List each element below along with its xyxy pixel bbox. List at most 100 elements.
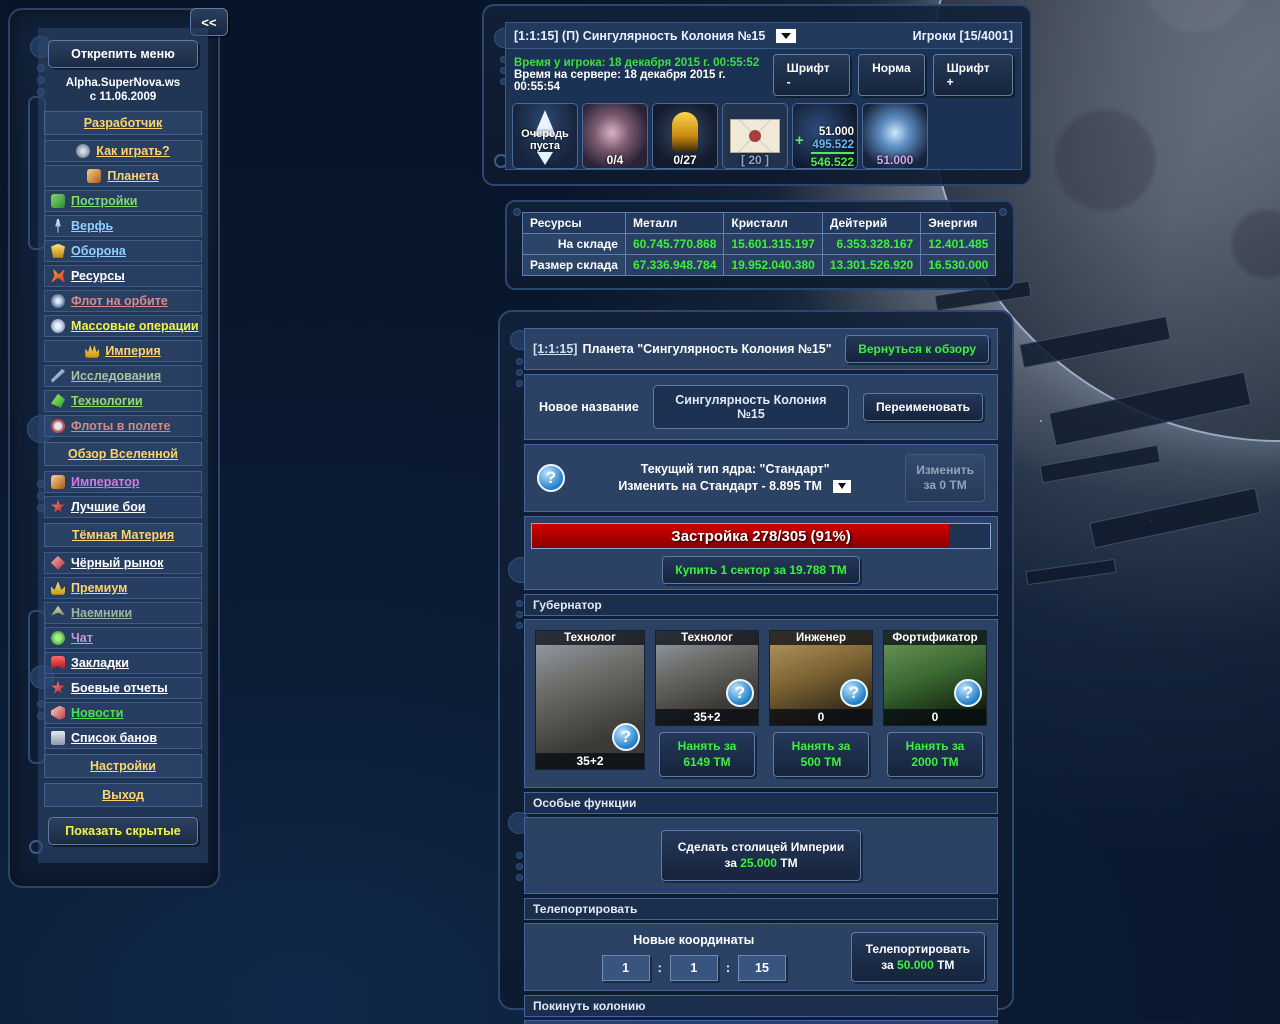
sidebar-item-technology[interactable]: Технологии xyxy=(44,389,202,412)
hire-button[interactable]: Нанять за 6149 ТМ xyxy=(659,732,755,778)
frame-rivet xyxy=(516,863,523,870)
sidebar-item-developer[interactable]: Разработчик xyxy=(44,110,202,135)
plus-icon[interactable]: + xyxy=(795,132,804,149)
chevron-down-icon[interactable] xyxy=(775,27,798,44)
planet-name-input[interactable]: Сингулярность Колония №15 xyxy=(652,385,850,429)
sidebar-item-settings[interactable]: Настройки xyxy=(44,753,202,778)
sidebar-item-best-battles[interactable]: Лучшие бои xyxy=(44,495,202,518)
sidebar-item-label: Наемники xyxy=(71,605,133,620)
sidebar-item-chat[interactable]: Чат xyxy=(44,626,202,649)
build-queue-tile[interactable]: Очередь пуста xyxy=(512,103,578,169)
teleport-price-amount: 50.000 xyxy=(897,957,934,972)
governor-name: Технолог xyxy=(656,631,758,645)
font-decrease-button[interactable]: Шрифт - xyxy=(772,54,851,96)
teleport-galaxy-input[interactable]: 1 xyxy=(601,954,650,981)
frame-rivet xyxy=(516,380,523,387)
make-capital-button[interactable]: Сделать столицей Империи за 25.000 ТМ xyxy=(660,830,862,881)
core-current-label: Текущий тип ядра: "Стандарт" xyxy=(640,462,830,477)
core-change-button: Изменить за 0 ТМ xyxy=(905,454,985,502)
sidebar-item-news[interactable]: Новости xyxy=(44,701,202,724)
cell-metal: 60.745.770.868 xyxy=(624,233,725,255)
sidebar-item-defense[interactable]: Оборона xyxy=(44,239,202,262)
help-ring-icon xyxy=(76,143,91,158)
hire-price: 6149 ТМ xyxy=(683,754,731,769)
res-col-4: Энергия xyxy=(920,212,997,234)
capital-price-suffix: ТМ xyxy=(776,856,798,871)
server-time: Время на сервере: 18 декабря 2015 г. 00:… xyxy=(514,69,726,93)
help-icon[interactable]: ? xyxy=(840,679,868,707)
special-section-header: Особые функции xyxy=(524,792,998,815)
governor-portrait[interactable]: Фортификатор ? 0 xyxy=(883,630,987,726)
dark-matter-tile[interactable]: + 51.000 495.522 546.522 xyxy=(792,103,858,169)
sidebar-item-how-to-play[interactable]: Как играть? xyxy=(44,139,202,162)
ship-icon xyxy=(672,112,698,152)
buy-sector-button[interactable]: Купить 1 сектор за 19.788 ТМ xyxy=(662,556,860,584)
frame-rivet xyxy=(516,369,523,376)
messages-tile[interactable]: [ 20 ] xyxy=(722,103,788,169)
sidebar-item-emperor[interactable]: Император xyxy=(44,470,202,493)
sidebar-item-premium[interactable]: Премиум xyxy=(44,576,202,599)
sidebar-item-bookmarks[interactable]: Закладки xyxy=(44,651,202,674)
shipyard-count: 0/27 xyxy=(673,153,697,167)
planet-coordinates[interactable]: [1:1:15] xyxy=(533,342,577,356)
research-tile[interactable]: 0/4 xyxy=(582,103,648,169)
teleport-position-input[interactable]: 15 xyxy=(737,954,786,981)
current-governor[interactable]: Технолог ? 35+2 xyxy=(535,630,645,777)
sidebar-item-label: Флот на орбите xyxy=(71,293,168,308)
sidebar-item-resources[interactable]: Ресурсы xyxy=(44,264,202,287)
mass-operations-icon xyxy=(51,318,65,333)
player-time: Время у игрока: 18 декабря 2015 г. 00:55… xyxy=(514,57,760,69)
sidebar-item-universe-overview[interactable]: Обзор Вселенной xyxy=(44,441,202,466)
sidebar-item-fleets-in-flight[interactable]: Флоты в полете xyxy=(44,414,202,437)
font-controls: Шрифт - Норма Шрифт + xyxy=(772,54,1013,96)
governor-option-engineer: Инженер ? 0 Нанять за 500 ТМ xyxy=(769,630,873,778)
sidebar-item-label: Как играть? xyxy=(96,143,170,158)
shipyard-tile[interactable]: 0/27 xyxy=(652,103,718,169)
cell-metal: 67.336.948.784 xyxy=(624,254,725,276)
font-normal-button[interactable]: Норма xyxy=(858,54,925,96)
font-increase-button[interactable]: Шрифт + xyxy=(932,54,1013,96)
sidebar-item-black-market[interactable]: Чёрный рынок xyxy=(44,551,202,574)
hire-button[interactable]: Нанять за 500 ТМ xyxy=(773,732,869,778)
sidebar-item-ban-list[interactable]: Список банов xyxy=(44,726,202,749)
teleport-button[interactable]: Телепортировать за 50.000 ТМ xyxy=(850,931,985,982)
help-icon[interactable]: ? xyxy=(612,723,640,751)
page-title: Планета "Сингулярность Колония №15" xyxy=(582,342,832,356)
res-col-1: Металл xyxy=(624,212,725,234)
sidebar-item-planet[interactable]: Планета xyxy=(44,164,202,187)
sidebar-item-empire[interactable]: Империя xyxy=(44,339,202,362)
governor-level: 35+2 xyxy=(656,709,758,725)
sidebar-item-mass-operations[interactable]: Массовые операции xyxy=(44,314,202,337)
unpin-menu-button[interactable]: Открепить меню xyxy=(48,40,198,68)
capital-price-prefix: за xyxy=(724,856,741,871)
hire-button[interactable]: Нанять за 2000 ТМ xyxy=(887,732,983,778)
planet-icon xyxy=(87,168,102,183)
sidebar-item-research[interactable]: Исследования xyxy=(44,364,202,387)
governor-portrait[interactable]: Инженер ? 0 xyxy=(769,630,873,726)
sidebar-item-battle-reports[interactable]: Боевые отчеты xyxy=(44,676,202,699)
help-icon[interactable]: ? xyxy=(726,679,754,707)
sidebar-item-label: Список банов xyxy=(71,730,158,745)
sidebar-item-mercenaries[interactable]: Наемники xyxy=(44,601,202,624)
sidebar-item-fleet-orbit[interactable]: Флот на орбите xyxy=(44,289,202,312)
rename-button[interactable]: Переименовать xyxy=(863,393,983,421)
ban-list-icon xyxy=(51,730,65,745)
frame-rivet xyxy=(516,600,523,607)
sidebar-item-label: Массовые операции xyxy=(71,318,199,333)
back-to-overview-button[interactable]: Вернуться к обзору xyxy=(845,335,989,363)
teleport-system-input[interactable]: 1 xyxy=(669,954,718,981)
chevron-down-icon[interactable] xyxy=(831,478,852,494)
sidebar-item-buildings[interactable]: Постройки xyxy=(44,189,202,212)
sidebar-item-dark-matter[interactable]: Тёмная Материя xyxy=(44,522,202,547)
sidebar-item-logout[interactable]: Выход xyxy=(44,782,202,807)
sidebar-item-label: Технологии xyxy=(71,393,143,408)
help-icon[interactable]: ? xyxy=(537,464,565,492)
coord-separator: : xyxy=(657,960,662,975)
planet-selector-label[interactable]: [1:1:15] (П) Сингулярность Колония №15 xyxy=(514,29,765,43)
sidebar-item-shipyard[interactable]: Верфь xyxy=(44,214,202,237)
energy-tile[interactable]: 51.000 xyxy=(862,103,928,169)
show-hidden-button[interactable]: Показать скрытые xyxy=(48,816,198,845)
governor-portrait[interactable]: Технолог ? 35+2 xyxy=(655,630,759,726)
news-icon xyxy=(51,705,65,720)
help-icon[interactable]: ? xyxy=(954,679,982,707)
